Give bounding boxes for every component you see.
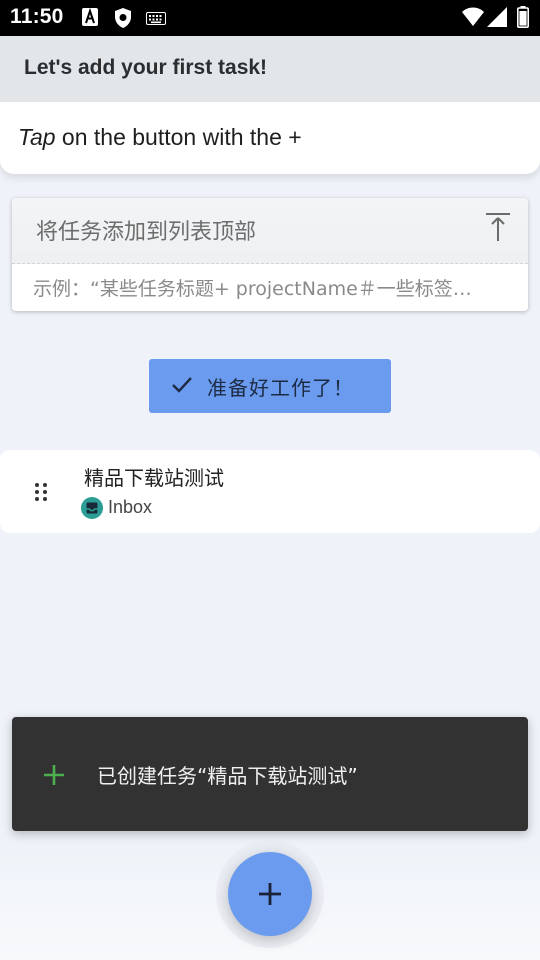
inbox-icon: [81, 497, 103, 523]
signal-icon: [487, 7, 507, 31]
check-icon: [171, 375, 193, 399]
status-time: 11:50: [10, 5, 64, 28]
plus-icon: [259, 883, 281, 905]
add-to-top-button[interactable]: [484, 212, 512, 242]
tip-text: Tap on the button with the +: [18, 124, 302, 151]
vertical-align-top-icon: [486, 213, 510, 241]
keyboard-icon: [146, 11, 166, 30]
ready-to-work-button[interactable]: 准备好工作了！: [149, 359, 391, 413]
tip-text-emphasis: Tap: [18, 124, 56, 150]
plus-icon: [42, 763, 66, 791]
shield-icon: [114, 8, 132, 32]
a-notification-icon: [82, 7, 98, 30]
battery-icon: [517, 6, 529, 32]
add-task-input[interactable]: 将任务添加到列表顶部: [12, 198, 528, 264]
snackbar-message: 已创建任务“精品下载站测试”: [97, 764, 358, 788]
task-list-item[interactable]: 精品下载站测试 Inbox: [0, 450, 540, 533]
add-task-fab[interactable]: [228, 852, 312, 936]
ready-button-label: 准备好工作了！: [207, 376, 354, 400]
wifi-icon: [462, 7, 484, 31]
drag-handle-icon[interactable]: [34, 482, 48, 506]
tip-text-rest: on the button with the +: [55, 124, 302, 150]
add-task-placeholder: 将任务添加到列表顶部: [36, 220, 257, 245]
tip-header: Let's add your first task!: [0, 36, 540, 102]
status-bar: 11:50: [0, 0, 540, 36]
snackbar: 已创建任务“精品下载站测试”: [12, 717, 528, 831]
add-task-example: 示例：“某些任务标题+ projectName＃一些标签…: [33, 278, 472, 300]
tip-body: Tap on the button with the +: [0, 102, 540, 174]
tip-title: Let's add your first task!: [24, 56, 268, 79]
task-project-name: Inbox: [108, 497, 153, 517]
add-task-card: 将任务添加到列表顶部 示例：“某些任务标题+ projectName＃一些标签…: [12, 198, 528, 311]
task-title: 精品下载站测试: [84, 466, 224, 490]
